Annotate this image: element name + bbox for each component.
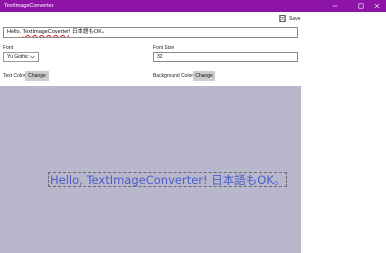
close-button[interactable] (368, 0, 386, 12)
preview-canvas: Hello, TextImageConverter! 日本語もOK。 (0, 86, 301, 253)
background-color-label: Background Color (153, 73, 194, 79)
text-input-misspelled-word: TextImageCoverter (22, 29, 69, 35)
empty-area (301, 86, 386, 253)
text-input-prefix: Hello, (7, 29, 23, 35)
change-text-color-button[interactable]: Change (25, 71, 49, 81)
close-icon (374, 3, 380, 9)
text-input-suffix: ! 日本語もOK。 (68, 29, 108, 35)
chevron-down-icon (30, 55, 35, 59)
font-dropdown-value: Yu Gothic (7, 54, 29, 60)
maximize-icon (358, 3, 364, 9)
font-label: Font (3, 45, 14, 51)
text-input[interactable]: Hello, TextImageCoverter! 日本語もOK。 (3, 27, 298, 38)
minimize-icon (332, 5, 338, 7)
minimize-button[interactable] (326, 0, 344, 12)
window-title: TextImageConverter (4, 3, 54, 9)
font-size-label: Font Size (153, 45, 175, 51)
save-button[interactable]: Save (279, 14, 300, 23)
change-background-color-button[interactable]: Change (193, 71, 215, 81)
font-size-input[interactable]: 32 (153, 52, 298, 62)
text-color-label: Text Color (3, 73, 26, 79)
preview-text[interactable]: Hello, TextImageConverter! 日本語もOK。 (48, 172, 288, 187)
title-bar[interactable]: TextImageConverter (0, 0, 386, 12)
save-label: Save (289, 15, 301, 22)
save-icon (279, 15, 286, 22)
app-window: TextImageConverter Save Hello, TextImage… (0, 0, 386, 253)
font-dropdown[interactable]: Yu Gothic (3, 52, 39, 62)
